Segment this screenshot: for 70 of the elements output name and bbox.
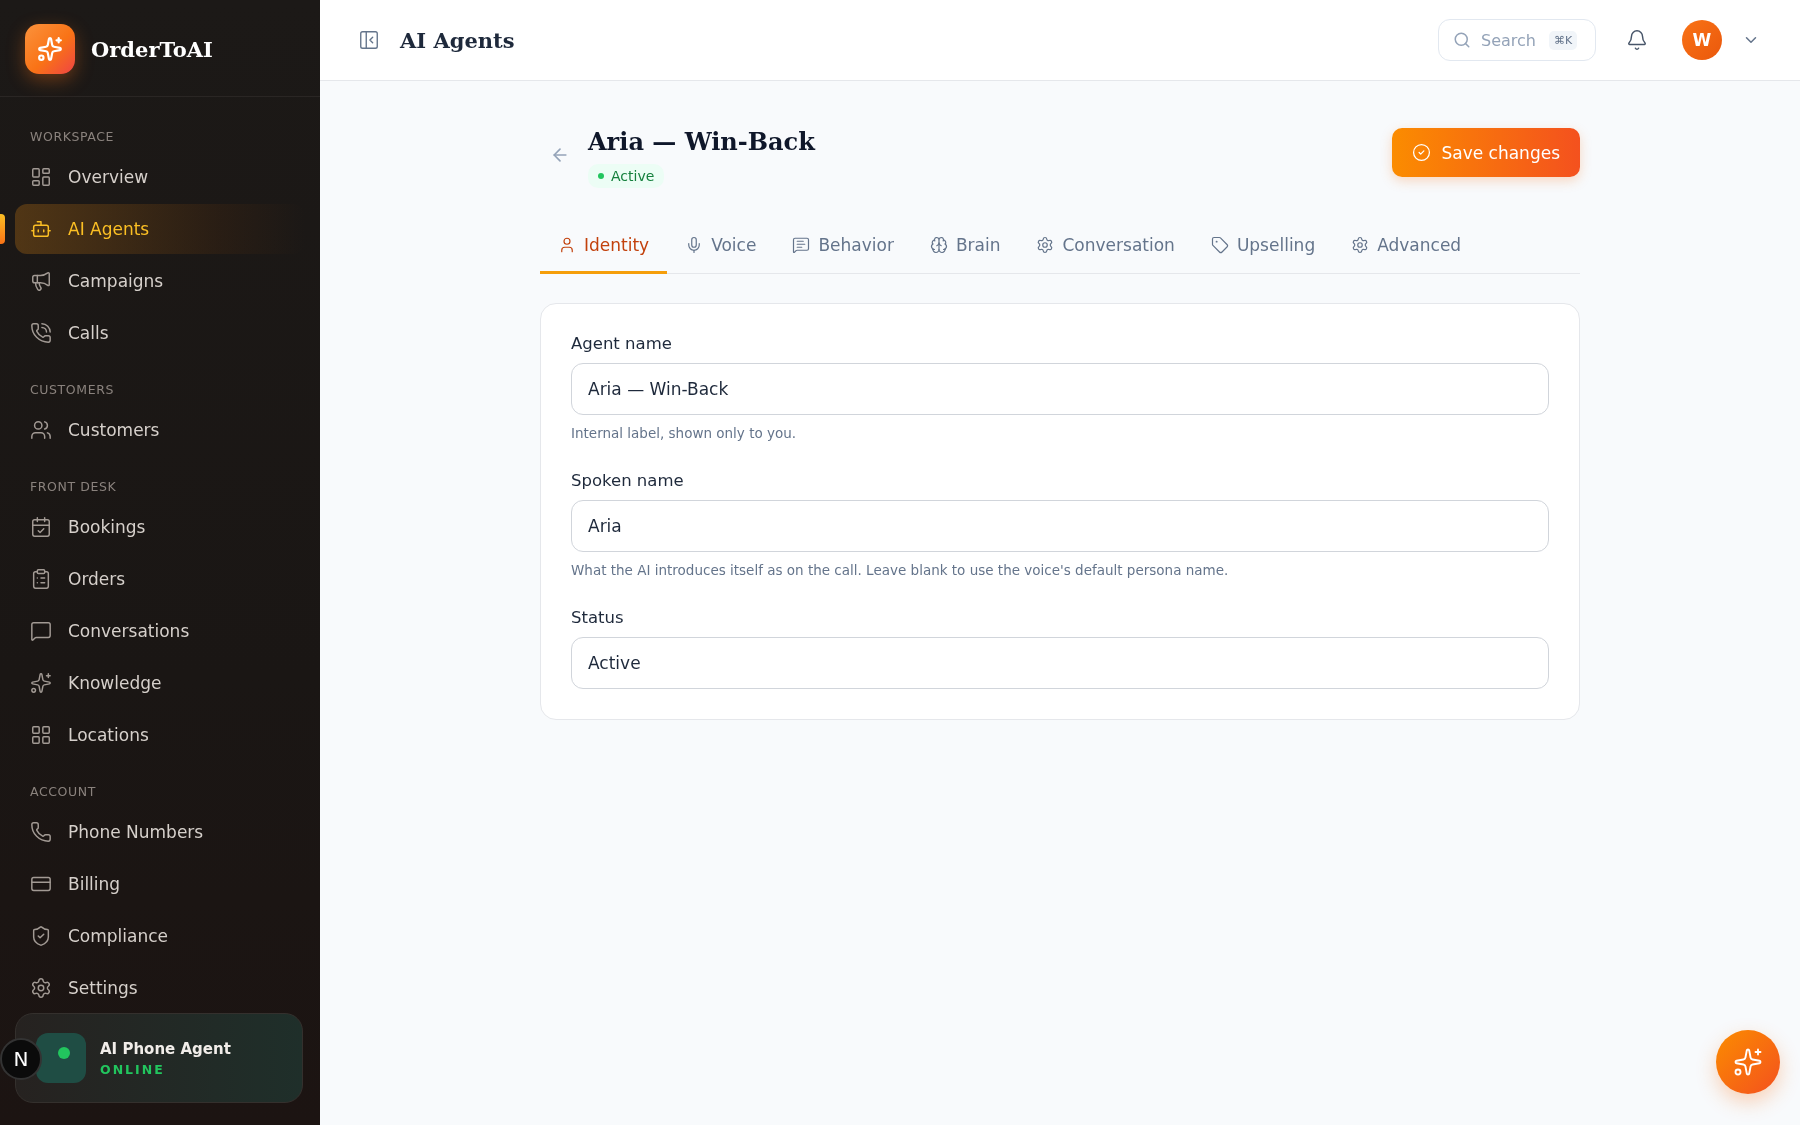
input-field[interactable]: Active	[571, 637, 1549, 689]
sidebar-item[interactable]: Phone Numbers	[15, 807, 305, 857]
tab[interactable]: Behavior	[774, 218, 912, 274]
tab[interactable]: Voice	[667, 218, 775, 274]
sidebar-item[interactable]: Settings	[15, 963, 305, 1013]
calendar-icon	[30, 516, 52, 538]
dashboard-icon	[30, 166, 52, 188]
clipboard-icon	[30, 568, 52, 590]
agent-title: AI Phone Agent	[100, 1039, 231, 1058]
message-icon	[792, 235, 811, 254]
search-icon	[1453, 31, 1471, 49]
tab[interactable]: Advanced	[1333, 218, 1480, 274]
tab[interactable]: Conversation	[1018, 218, 1193, 274]
help-text: Internal label, shown only to you.	[571, 425, 798, 441]
sidebar-item[interactable]: Billing	[15, 859, 305, 909]
active-indicator	[0, 214, 5, 244]
agent-status: ONLINE	[100, 1061, 166, 1077]
status-badge: Active	[588, 164, 665, 188]
input-field[interactable]: Aria	[571, 500, 1549, 552]
sidebar-item[interactable]: Campaigns	[15, 256, 305, 306]
grid-icon	[30, 724, 52, 746]
section-heading: CUSTOMERS	[29, 381, 115, 399]
brain-icon	[929, 235, 948, 254]
shield-icon	[30, 925, 52, 947]
sidebar-item[interactable]: Compliance	[15, 911, 305, 961]
shortcut-hint: ⌘K	[1549, 30, 1578, 50]
sidebar-item[interactable]: Customers	[15, 405, 305, 455]
robot-icon	[30, 218, 52, 240]
sidebar-item[interactable]: Overview	[15, 152, 305, 202]
sidebar-item[interactable]: Locations	[15, 710, 305, 760]
section-heading: ACCOUNT	[29, 783, 97, 801]
field-label: Spoken name	[571, 471, 685, 490]
dev-badge[interactable]: N	[0, 1038, 42, 1080]
settings-icon	[30, 977, 52, 999]
megaphone-icon	[30, 270, 52, 292]
chat-icon	[30, 620, 52, 642]
section-heading: FRONT DESK	[29, 478, 118, 496]
tag-icon	[1210, 235, 1229, 254]
users-icon	[30, 419, 52, 441]
field-label: Status	[571, 608, 625, 627]
sidebar-item[interactable]: Conversations	[15, 606, 305, 656]
user-icon	[558, 235, 576, 254]
brand-name: OrderToAI	[91, 36, 213, 62]
input-field[interactable]: Aria — Win-Back	[571, 363, 1549, 415]
tab[interactable]: Identity	[540, 218, 668, 274]
search-input[interactable]: Search	[1479, 29, 1541, 51]
sidebar-item[interactable]: Calls	[15, 308, 305, 358]
sparkle-icon	[30, 672, 52, 694]
section-heading: WORKSPACE	[29, 128, 116, 146]
tab[interactable]: Upselling	[1192, 218, 1334, 274]
sidebar-item[interactable]: Orders	[15, 554, 305, 604]
agent-icon	[36, 1033, 86, 1083]
assistant-button[interactable]	[1716, 1030, 1780, 1094]
gear-icon	[1036, 235, 1055, 254]
sidebar-item[interactable]: Knowledge	[15, 658, 305, 708]
field-label: Agent name	[571, 334, 673, 353]
agent-title: Aria — Win-Back	[588, 127, 817, 156]
check-circle-icon	[1412, 143, 1432, 162]
gear-icon	[1351, 235, 1370, 254]
search-bar[interactable]: Search ⌘K	[1438, 19, 1596, 61]
sparkle-icon	[1733, 1047, 1763, 1077]
bell-icon[interactable]	[1626, 29, 1648, 51]
phone-icon	[30, 821, 52, 843]
phone-call-icon	[30, 322, 52, 344]
sidebar-item[interactable]: Bookings	[15, 502, 305, 552]
header-title: AI Agents	[400, 27, 516, 53]
logo-icon	[25, 24, 75, 74]
collapse-sidebar-icon[interactable]	[358, 29, 380, 51]
tab[interactable]: Brain	[911, 218, 1019, 274]
help-text: What the AI introduces itself as on the call. Leave blank to use the voice's default persona name.	[571, 562, 1230, 578]
